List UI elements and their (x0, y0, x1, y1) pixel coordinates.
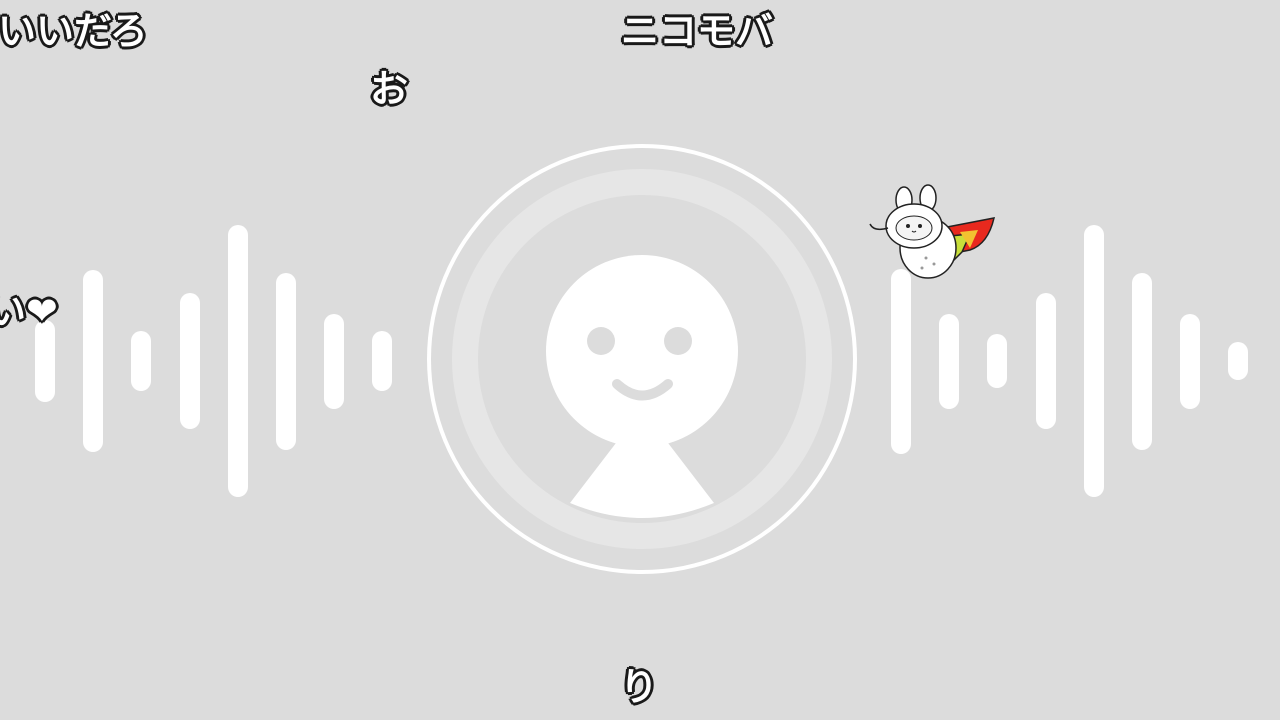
waveform-bar (1132, 273, 1152, 450)
video-player[interactable]: いいだろ ニコモバ お い❤ り (0, 0, 1280, 720)
waveform-bar (83, 270, 104, 452)
waveform-bar (1035, 293, 1056, 429)
comment-text: ニコモバ (621, 9, 774, 53)
waveform-bar (276, 273, 296, 450)
waveform-bar (324, 314, 345, 409)
comment-text: り (620, 665, 659, 709)
eye-icon (664, 327, 692, 355)
waveform-bar (939, 314, 960, 409)
waveform-bar (1228, 342, 1249, 380)
flying-caped-rabbit-mascot-icon (866, 184, 998, 288)
waveform-bar (131, 331, 152, 391)
waveform-bar (1083, 225, 1104, 497)
comment-text: い❤ (0, 289, 58, 333)
waveform-bar (987, 334, 1008, 388)
default-user-avatar-icon (424, 141, 860, 577)
waveform-bar (1180, 314, 1201, 409)
waveform-bar (179, 293, 200, 429)
waveform-bar (891, 269, 911, 454)
waveform-bar (227, 225, 248, 497)
comment-text: いいだろ (0, 9, 148, 53)
eye-icon (587, 327, 615, 355)
comment-text: お (370, 67, 409, 111)
waveform-bar (372, 331, 393, 391)
